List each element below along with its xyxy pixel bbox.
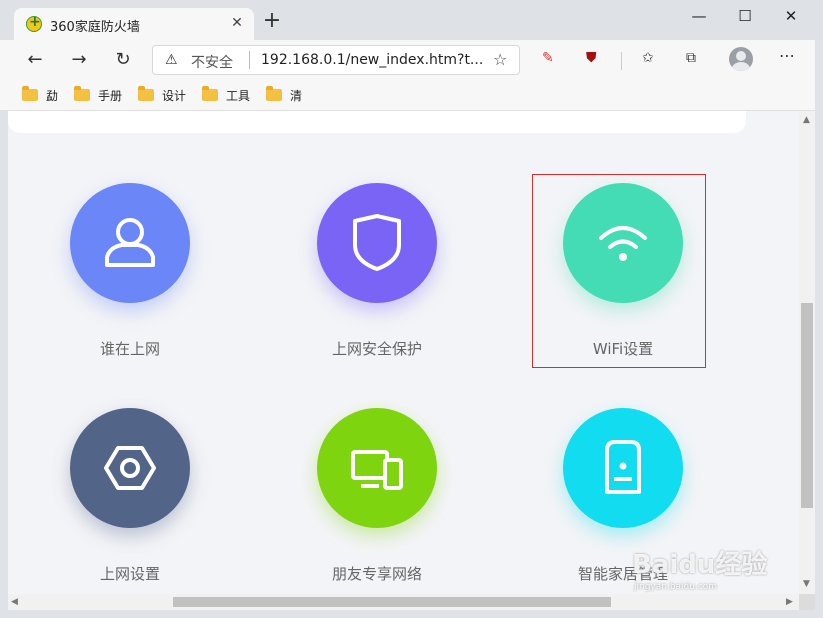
watermark-url: jingyan.baidu.com [634,582,718,592]
tile-label: 谁在上网 [99,340,160,358]
bookmark-label: 工具 [226,88,251,103]
forward-arrow-icon[interactable]: → [66,48,92,72]
folder-icon [22,86,38,101]
tab-close-icon[interactable]: ✕ [228,14,246,32]
scroll-corner [799,594,815,610]
tile-security[interactable]: 上网安全保护 [297,183,457,383]
tile-circle[interactable] [317,183,437,303]
add-favorite-icon[interactable]: ☆ [493,50,507,69]
shield-icon [353,214,401,271]
highlight-box [532,174,706,368]
vertical-scrollbar[interactable]: ▲ ▼ [799,111,815,594]
user-icon [105,218,155,267]
bookmark-label: 手册 [98,88,123,103]
watermark-logo: Baidu经验 [632,550,768,580]
tab-title: 360家庭防火墙 [50,20,140,35]
address-separator [249,51,250,69]
browser-window: 360家庭防火墙 ✕ + — ☐ ✕ ← → ↻ ⚠ 不安全 192.168.0… [0,0,823,618]
tile-circle[interactable] [70,183,190,303]
tab-active[interactable]: 360家庭防火墙 ✕ [14,8,254,40]
minimize-button[interactable]: — [676,4,722,28]
more-menu-icon[interactable]: ⋯ [779,46,795,65]
tile-label: 朋友专享网络 [331,565,422,583]
devices-icon [351,450,403,490]
bookmark-folder[interactable]: 勐 [22,86,58,104]
tile-label: 上网设置 [99,565,160,583]
bookmarks-bar: 勐 手册 设计 工具 清 [0,80,823,111]
site-favicon-icon [26,14,42,32]
back-arrow-icon[interactable]: ← [22,48,48,72]
folder-icon [202,86,218,101]
tab-strip: 360家庭防火墙 ✕ + — ☐ ✕ [0,0,823,40]
tile-guest-network[interactable]: 朋友专享网络 [297,408,457,594]
scroll-down-icon[interactable]: ▼ [803,579,810,589]
bookmark-folder[interactable]: 工具 [202,86,250,104]
folder-icon [74,86,90,101]
vertical-scroll-thumb[interactable] [801,303,813,508]
tile-circle[interactable] [70,408,190,528]
horizontal-scrollbar[interactable]: ◀ ▶ [8,594,799,610]
bookmark-folder[interactable]: 清 [266,86,302,104]
folder-icon [138,86,154,101]
bookmark-label: 清 [290,88,303,103]
window-frame [815,40,823,618]
tile-circle[interactable] [563,408,683,528]
folder-icon [266,86,282,101]
new-tab-button[interactable]: + [262,10,282,32]
reload-icon[interactable]: ↻ [110,48,136,72]
favorites-icon[interactable]: ✩ [642,50,654,66]
toolbar-separator [621,52,622,70]
bookmark-label: 设计 [162,88,187,103]
smart-device-icon [605,440,641,494]
bookmark-folder[interactable]: 手册 [74,86,122,104]
address-bar[interactable]: ⚠ 不安全 192.168.0.1/new_index.htm?t... ☆ [152,45,520,75]
collections-icon[interactable]: ⧉ [686,50,696,66]
profile-avatar[interactable] [729,47,753,71]
browser-toolbar: ← → ↻ ⚠ 不安全 192.168.0.1/new_index.htm?t.… [0,40,823,80]
horizontal-scroll-thumb[interactable] [173,597,611,607]
hex-nut-icon [104,446,156,490]
close-window-button[interactable]: ✕ [768,4,814,28]
tile-label: 上网安全保护 [331,340,422,358]
scroll-right-icon[interactable]: ▶ [786,597,793,607]
bookmark-label: 勐 [46,88,59,103]
bookmark-folder[interactable]: 设计 [138,86,186,104]
tile-who-online[interactable]: 谁在上网 [50,183,210,383]
tile-internet-settings[interactable]: 上网设置 [50,408,210,594]
warning-icon[interactable]: ⚠ [165,52,178,68]
top-card [8,111,746,133]
tile-circle[interactable] [317,408,437,528]
scroll-up-icon[interactable]: ▲ [803,115,810,125]
ublock-shield-icon[interactable]: ⛊ [586,50,597,66]
security-label[interactable]: 不安全 [191,52,233,72]
maximize-button[interactable]: ☐ [722,4,768,28]
extension-compass-icon[interactable]: ✎ [542,50,554,66]
url-text[interactable]: 192.168.0.1/new_index.htm?t... [261,52,485,68]
scroll-left-icon[interactable]: ◀ [11,597,18,607]
page-viewport: 谁在上网 上网安全保护 WiFi设置 上网设置 朋友专享网络 智能家居管理 [8,111,799,594]
